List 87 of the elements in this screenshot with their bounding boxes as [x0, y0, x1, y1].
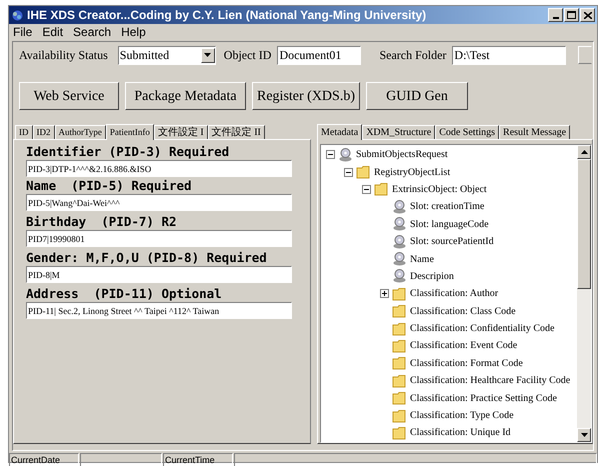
tree-item[interactable]: ExtrinsicObject: Object [392, 182, 487, 197]
tree-item[interactable]: Classification: Class Code [410, 304, 516, 319]
search-folder-label: Search Folder [379, 47, 446, 64]
disc-user-icon [392, 200, 407, 214]
object-id-label: Object ID [224, 47, 272, 64]
collapse-icon[interactable] [326, 150, 334, 160]
folder-icon [392, 322, 407, 336]
object-id-field[interactable]: Document01 [277, 46, 362, 64]
collapse-icon[interactable] [362, 184, 370, 194]
close-icon [584, 12, 592, 18]
tree-item[interactable]: Slot: sourcePatientId [410, 234, 494, 250]
maximize-icon [567, 11, 576, 19]
scroll-down-icon [580, 432, 588, 437]
disc-user-icon [392, 252, 407, 266]
tree-item[interactable]: Classification: Unique Id [410, 425, 511, 440]
tree-item[interactable]: Classification: Practice Setting Code [410, 390, 557, 406]
text-field[interactable]: PID7|19990801 [26, 230, 292, 247]
disc-user-icon [392, 269, 407, 284]
menu-item[interactable]: Edit [42, 23, 64, 41]
scroll-up-icon [580, 150, 588, 154]
tree-item[interactable]: Classification: Event Code [410, 338, 518, 354]
action-button[interactable]: Web Service [19, 82, 119, 110]
folder-icon [392, 304, 407, 318]
tree-item[interactable]: Classification: Format Code [410, 356, 523, 371]
window-title: IHE XDS Creator...Coding by C.Y. Lien (National Yang-Ming University) [27, 7, 426, 24]
action-button[interactable]: Package Metadata [125, 82, 246, 110]
field-label: Gender: M,F,O,U (PID-8) Required [26, 250, 268, 266]
tree-item[interactable]: Name [410, 252, 434, 267]
tab[interactable]: Result Message [499, 125, 570, 139]
availability-status-label: Availability Status [19, 47, 108, 64]
text-field[interactable]: PID-3|DTP-1^^^&2.16.886.&ISO [26, 160, 292, 177]
text-field[interactable]: PID-11| Sec.2, Linong Street ^^ Taipei ^112^ Taiwan [26, 302, 292, 319]
tab[interactable]: PatientInfo [106, 124, 154, 140]
tab[interactable]: 文件設定 I [154, 125, 208, 139]
tab[interactable]: ID [15, 125, 32, 139]
browse-button[interactable] [578, 46, 592, 64]
maximize-button[interactable] [564, 8, 579, 22]
folder-icon [392, 391, 407, 406]
folder-icon [392, 408, 407, 423]
menu-item[interactable]: Search [73, 23, 112, 41]
tab[interactable]: AuthorType [54, 125, 106, 139]
tree-item[interactable]: Classification: Healthcare Facility Code [410, 373, 570, 388]
tree-item[interactable]: Classification: Confidentiality Code [410, 321, 554, 336]
action-button[interactable]: Register (XDS.b) [252, 82, 360, 110]
availability-status-dropdown[interactable]: Submitted [118, 46, 216, 64]
menu-item[interactable]: Help [121, 23, 146, 41]
menu-item[interactable]: File [13, 23, 32, 41]
status-text: CurrentTime [165, 454, 215, 466]
tab[interactable]: 文件設定 II [208, 125, 265, 139]
field-label: Identifier (PID-3) Required [26, 144, 230, 160]
folder-icon [392, 426, 407, 440]
folder-icon [392, 338, 407, 353]
tree-item[interactable]: Classification: Author [410, 286, 498, 302]
folder-icon [392, 374, 407, 388]
text-field[interactable]: PID-5|Wang^Dai-Wei^^^ [26, 194, 292, 211]
tab[interactable]: XDM_Structure [362, 125, 436, 139]
collapse-icon[interactable] [344, 168, 352, 177]
close-button[interactable] [580, 8, 595, 22]
field-label: Address (PID-11) Optional [26, 286, 223, 302]
minimize-button[interactable] [548, 8, 563, 22]
folder-icon [356, 165, 371, 180]
folder-icon [392, 356, 407, 370]
search-folder-field[interactable]: D:\Test [452, 46, 566, 64]
app-icon [11, 8, 24, 22]
tab[interactable]: Metadata [317, 124, 362, 140]
folder-icon [392, 286, 407, 301]
expand-icon[interactable] [380, 289, 388, 298]
tree-item[interactable]: Slot: languageCode [410, 216, 489, 232]
status-text: CurrentDate [11, 454, 60, 466]
dropdown-arrow-icon [204, 53, 212, 57]
minimize-icon [552, 17, 558, 19]
folder-icon [374, 182, 389, 196]
tree-item[interactable]: Descripion [410, 268, 454, 284]
tab[interactable]: Code Settings [435, 125, 500, 139]
disc-user-icon [392, 217, 407, 232]
disc-user-icon [392, 234, 407, 249]
tab[interactable]: ID2 [32, 125, 54, 139]
tree-item[interactable]: Slot: creationTime [410, 199, 484, 214]
action-button[interactable]: GUID Gen [366, 82, 468, 110]
tree-item[interactable]: Classification: Type Code [410, 408, 514, 424]
field-label: Birthday (PID-7) R2 [26, 214, 178, 230]
text-field[interactable]: PID-8|M [26, 266, 292, 283]
tree-item[interactable]: SubmitObjectsRequest [356, 147, 448, 162]
tree-item[interactable]: RegistryObjectList [374, 164, 450, 180]
disc-user-icon [338, 148, 353, 162]
scrollbar[interactable] [577, 145, 591, 442]
field-label: Name (PID-5) Required [26, 178, 193, 194]
